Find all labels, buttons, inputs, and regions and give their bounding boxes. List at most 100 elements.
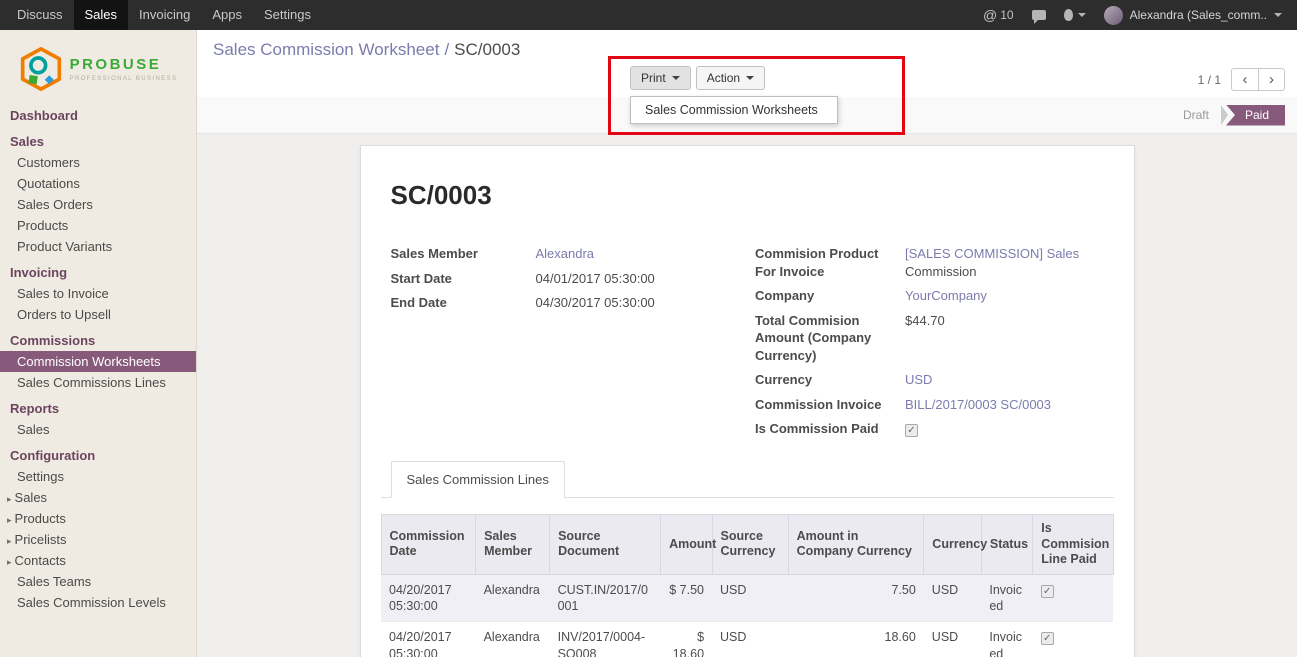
sidebar-item-config-products[interactable]: ▸Products: [0, 508, 196, 529]
user-avatar: [1104, 6, 1123, 25]
chevron-right-icon: ›: [1269, 71, 1274, 88]
cell-source: CUST.IN/2017/0001: [550, 574, 661, 622]
tab-bar: Sales Commission Lines: [381, 461, 1114, 498]
mention-count: 10: [1000, 8, 1013, 22]
sidebar-section-invoicing: Invoicing: [0, 262, 196, 283]
col-commission-date: Commission Date: [381, 514, 476, 574]
line-paid-checkbox: ✓: [1041, 632, 1054, 645]
col-amount-company-currency: Amount in Company Currency: [788, 514, 924, 574]
breadcrumb-parent-link[interactable]: Sales Commission Worksheet: [213, 40, 439, 59]
statusbar-stage-draft[interactable]: Draft: [1171, 108, 1221, 122]
brand-subtitle: PROFESSIONAL BUSINESS: [70, 76, 178, 82]
toolbar-buttons: Print Action: [630, 66, 765, 90]
sidebar-item-product-variants[interactable]: Product Variants: [0, 236, 196, 257]
print-button[interactable]: Print: [630, 66, 691, 90]
breadcrumb-current: SC/0003: [454, 40, 520, 59]
breadcrumb-separator: /: [444, 40, 449, 59]
chevron-down-icon: [1078, 13, 1086, 17]
sidebar-section-configuration: Configuration: [0, 445, 196, 466]
chevron-left-icon: ‹: [1243, 71, 1248, 88]
debug-menu-button[interactable]: [1055, 0, 1095, 30]
cell-source: INV/2017/0004-SO008: [550, 622, 661, 657]
cell-amount: $ 7.50: [661, 574, 712, 622]
sidebar-item-reports-sales[interactable]: Sales: [0, 419, 196, 440]
commission-lines-table: Commission Date Sales Member Source Docu…: [381, 514, 1114, 657]
topnav-settings[interactable]: Settings: [253, 0, 322, 30]
cell-amount-company: 7.50: [788, 574, 924, 622]
sidebar-item-dashboard[interactable]: Dashboard: [0, 105, 196, 126]
user-name: Alexandra (Sales_comm..: [1130, 8, 1267, 22]
pager-previous-button[interactable]: ‹: [1231, 68, 1258, 91]
col-currency: Currency: [924, 514, 982, 574]
topnav-sales[interactable]: Sales: [74, 0, 129, 30]
sidebar-item-commission-worksheets[interactable]: Commission Worksheets: [0, 351, 196, 372]
col-amount: Amount: [661, 514, 712, 574]
print-dropdown-menu: Sales Commission Worksheets: [630, 96, 838, 124]
user-menu-button[interactable]: Alexandra (Sales_comm..: [1095, 0, 1291, 30]
is-commission-paid-label: Is Commission Paid: [755, 420, 905, 438]
action-button[interactable]: Action: [696, 66, 765, 90]
end-date-label: End Date: [391, 294, 536, 312]
commission-product-value-link[interactable]: [SALES COMMISSION] Sales: [905, 246, 1079, 261]
cell-currency: USD: [924, 574, 982, 622]
col-source-currency: Source Currency: [712, 514, 788, 574]
control-panel: Sales Commission Worksheet / SC/0003 Print…: [197, 30, 1297, 97]
sidebar-item-quotations[interactable]: Quotations: [0, 173, 196, 194]
mentions-button[interactable]: @ 10: [974, 0, 1023, 30]
col-source-document: Source Document: [550, 514, 661, 574]
sidebar-item-sales-commission-levels[interactable]: Sales Commission Levels: [0, 592, 196, 613]
messages-button[interactable]: [1023, 0, 1055, 30]
commission-invoice-label: Commission Invoice: [755, 396, 905, 414]
cell-paid: ✓: [1033, 622, 1113, 657]
sidebar-item-config-sales[interactable]: ▸Sales: [0, 487, 196, 508]
sidebar-item-customers[interactable]: Customers: [0, 152, 196, 173]
pager-value: 1 / 1: [1198, 73, 1221, 87]
sidebar-item-sales-teams[interactable]: Sales Teams: [0, 571, 196, 592]
company-label: Company: [755, 287, 905, 305]
topnav-apps[interactable]: Apps: [201, 0, 253, 30]
sidebar-item-label: Products: [15, 511, 66, 526]
total-commission-amount-label: Total Commision Amount (Company Currency…: [755, 312, 905, 365]
chevron-down-icon: [746, 76, 754, 80]
sidebar-item-sales-to-invoice[interactable]: Sales to Invoice: [0, 283, 196, 304]
print-dropdown-item-sales-commission-worksheets[interactable]: Sales Commission Worksheets: [631, 97, 837, 123]
notebook: Sales Commission Lines Commission Date S…: [381, 461, 1114, 657]
chevron-down-icon: [672, 76, 680, 80]
sidebar-item-config-contacts[interactable]: ▸Contacts: [0, 550, 196, 571]
odoo-app: Discuss Sales Invoicing Apps Settings @ …: [0, 0, 1297, 657]
cell-source-currency: USD: [712, 622, 788, 657]
sidebar-item-label: Sales: [15, 490, 48, 505]
pager-next-button[interactable]: ›: [1258, 68, 1285, 91]
start-date-label: Start Date: [391, 270, 536, 288]
table-header-row: Commission Date Sales Member Source Docu…: [381, 514, 1113, 574]
commission-product-value-rest: Commission: [905, 263, 1079, 281]
table-row[interactable]: 04/20/2017 05:30:00 Alexandra CUST.IN/20…: [381, 574, 1113, 622]
table-row[interactable]: 04/20/2017 05:30:00 Alexandra INV/2017/0…: [381, 622, 1113, 657]
probuse-logo-icon: [19, 45, 63, 93]
main-area: Sales Commission Worksheet / SC/0003 Print…: [197, 30, 1297, 657]
probuse-logo: PROBUSE PROFESSIONAL BUSINESS: [0, 30, 196, 105]
topnav-discuss[interactable]: Discuss: [6, 0, 74, 30]
field-groups: Sales Member Alexandra Start Date 04/01/…: [381, 245, 1114, 445]
sidebar-section-commissions: Commissions: [0, 330, 196, 351]
sidebar-item-orders-to-upsell[interactable]: Orders to Upsell: [0, 304, 196, 325]
chevron-down-icon: [1274, 13, 1282, 17]
currency-value[interactable]: USD: [905, 371, 932, 389]
sidebar-item-sales-commissions-lines[interactable]: Sales Commissions Lines: [0, 372, 196, 393]
record-title: SC/0003: [381, 180, 1114, 211]
bug-icon: [1064, 9, 1073, 21]
commission-invoice-value[interactable]: BILL/2017/0003 SC/0003: [905, 396, 1051, 414]
statusbar-stage-paid[interactable]: Paid: [1226, 105, 1285, 126]
sidebar-item-settings[interactable]: Settings: [0, 466, 196, 487]
expand-arrow-icon: ▸: [7, 515, 12, 525]
sidebar-item-sales-orders[interactable]: Sales Orders: [0, 194, 196, 215]
tab-sales-commission-lines[interactable]: Sales Commission Lines: [391, 461, 565, 498]
topnav-invoicing[interactable]: Invoicing: [128, 0, 201, 30]
sidebar: PROBUSE PROFESSIONAL BUSINESS Dashboard …: [0, 30, 197, 657]
top-navigation-bar: Discuss Sales Invoicing Apps Settings @ …: [0, 0, 1297, 30]
sidebar-item-products[interactable]: Products: [0, 215, 196, 236]
company-value[interactable]: YourCompany: [905, 287, 987, 305]
sales-member-value[interactable]: Alexandra: [536, 245, 595, 263]
sidebar-item-config-pricelists[interactable]: ▸Pricelists: [0, 529, 196, 550]
cell-paid: ✓: [1033, 574, 1113, 622]
